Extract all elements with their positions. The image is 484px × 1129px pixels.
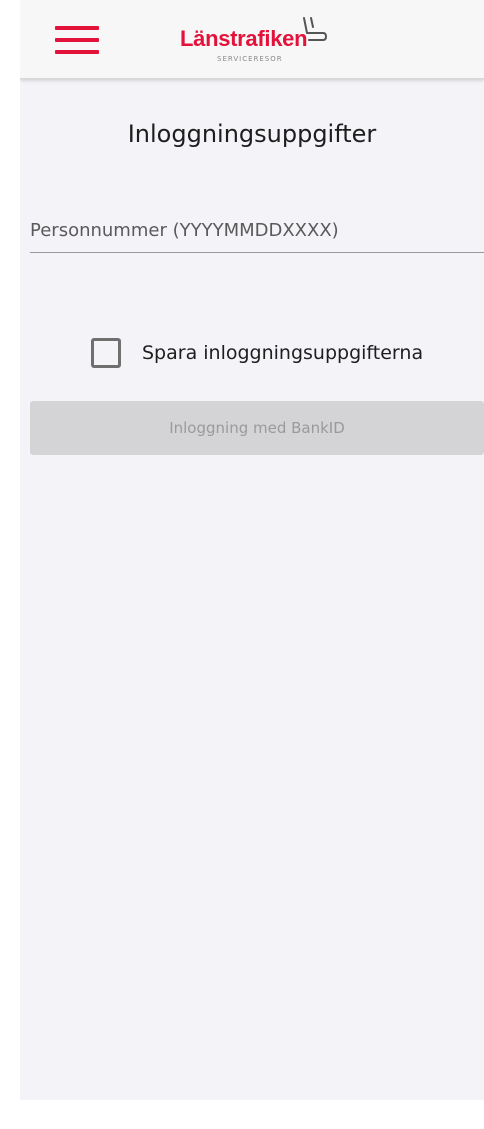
logo-brand-text: Länstrafiken xyxy=(180,26,308,51)
personnummer-input[interactable] xyxy=(30,212,484,248)
bankid-login-button[interactable]: Inloggning med BankID xyxy=(30,401,484,455)
app-header: Länstrafiken SERVICERESOR xyxy=(20,0,484,79)
page-title: Inloggningsuppgifter xyxy=(127,120,377,148)
lanstrafiken-logo: Länstrafiken SERVICERESOR xyxy=(180,14,360,66)
remember-credentials-label[interactable]: Spara inloggningsuppgifterna xyxy=(142,342,423,364)
remember-credentials-row[interactable]: Spara inloggningsuppgifterna xyxy=(91,334,423,372)
logo-subtitle: SERVICERESOR xyxy=(217,55,283,63)
hamburger-menu-icon[interactable] xyxy=(55,26,99,54)
app-screen: Länstrafiken SERVICERESOR Inloggningsupp… xyxy=(20,0,484,1100)
seat-icon xyxy=(303,17,327,41)
personnummer-field-wrapper xyxy=(30,212,484,253)
remember-credentials-checkbox[interactable] xyxy=(91,338,121,368)
